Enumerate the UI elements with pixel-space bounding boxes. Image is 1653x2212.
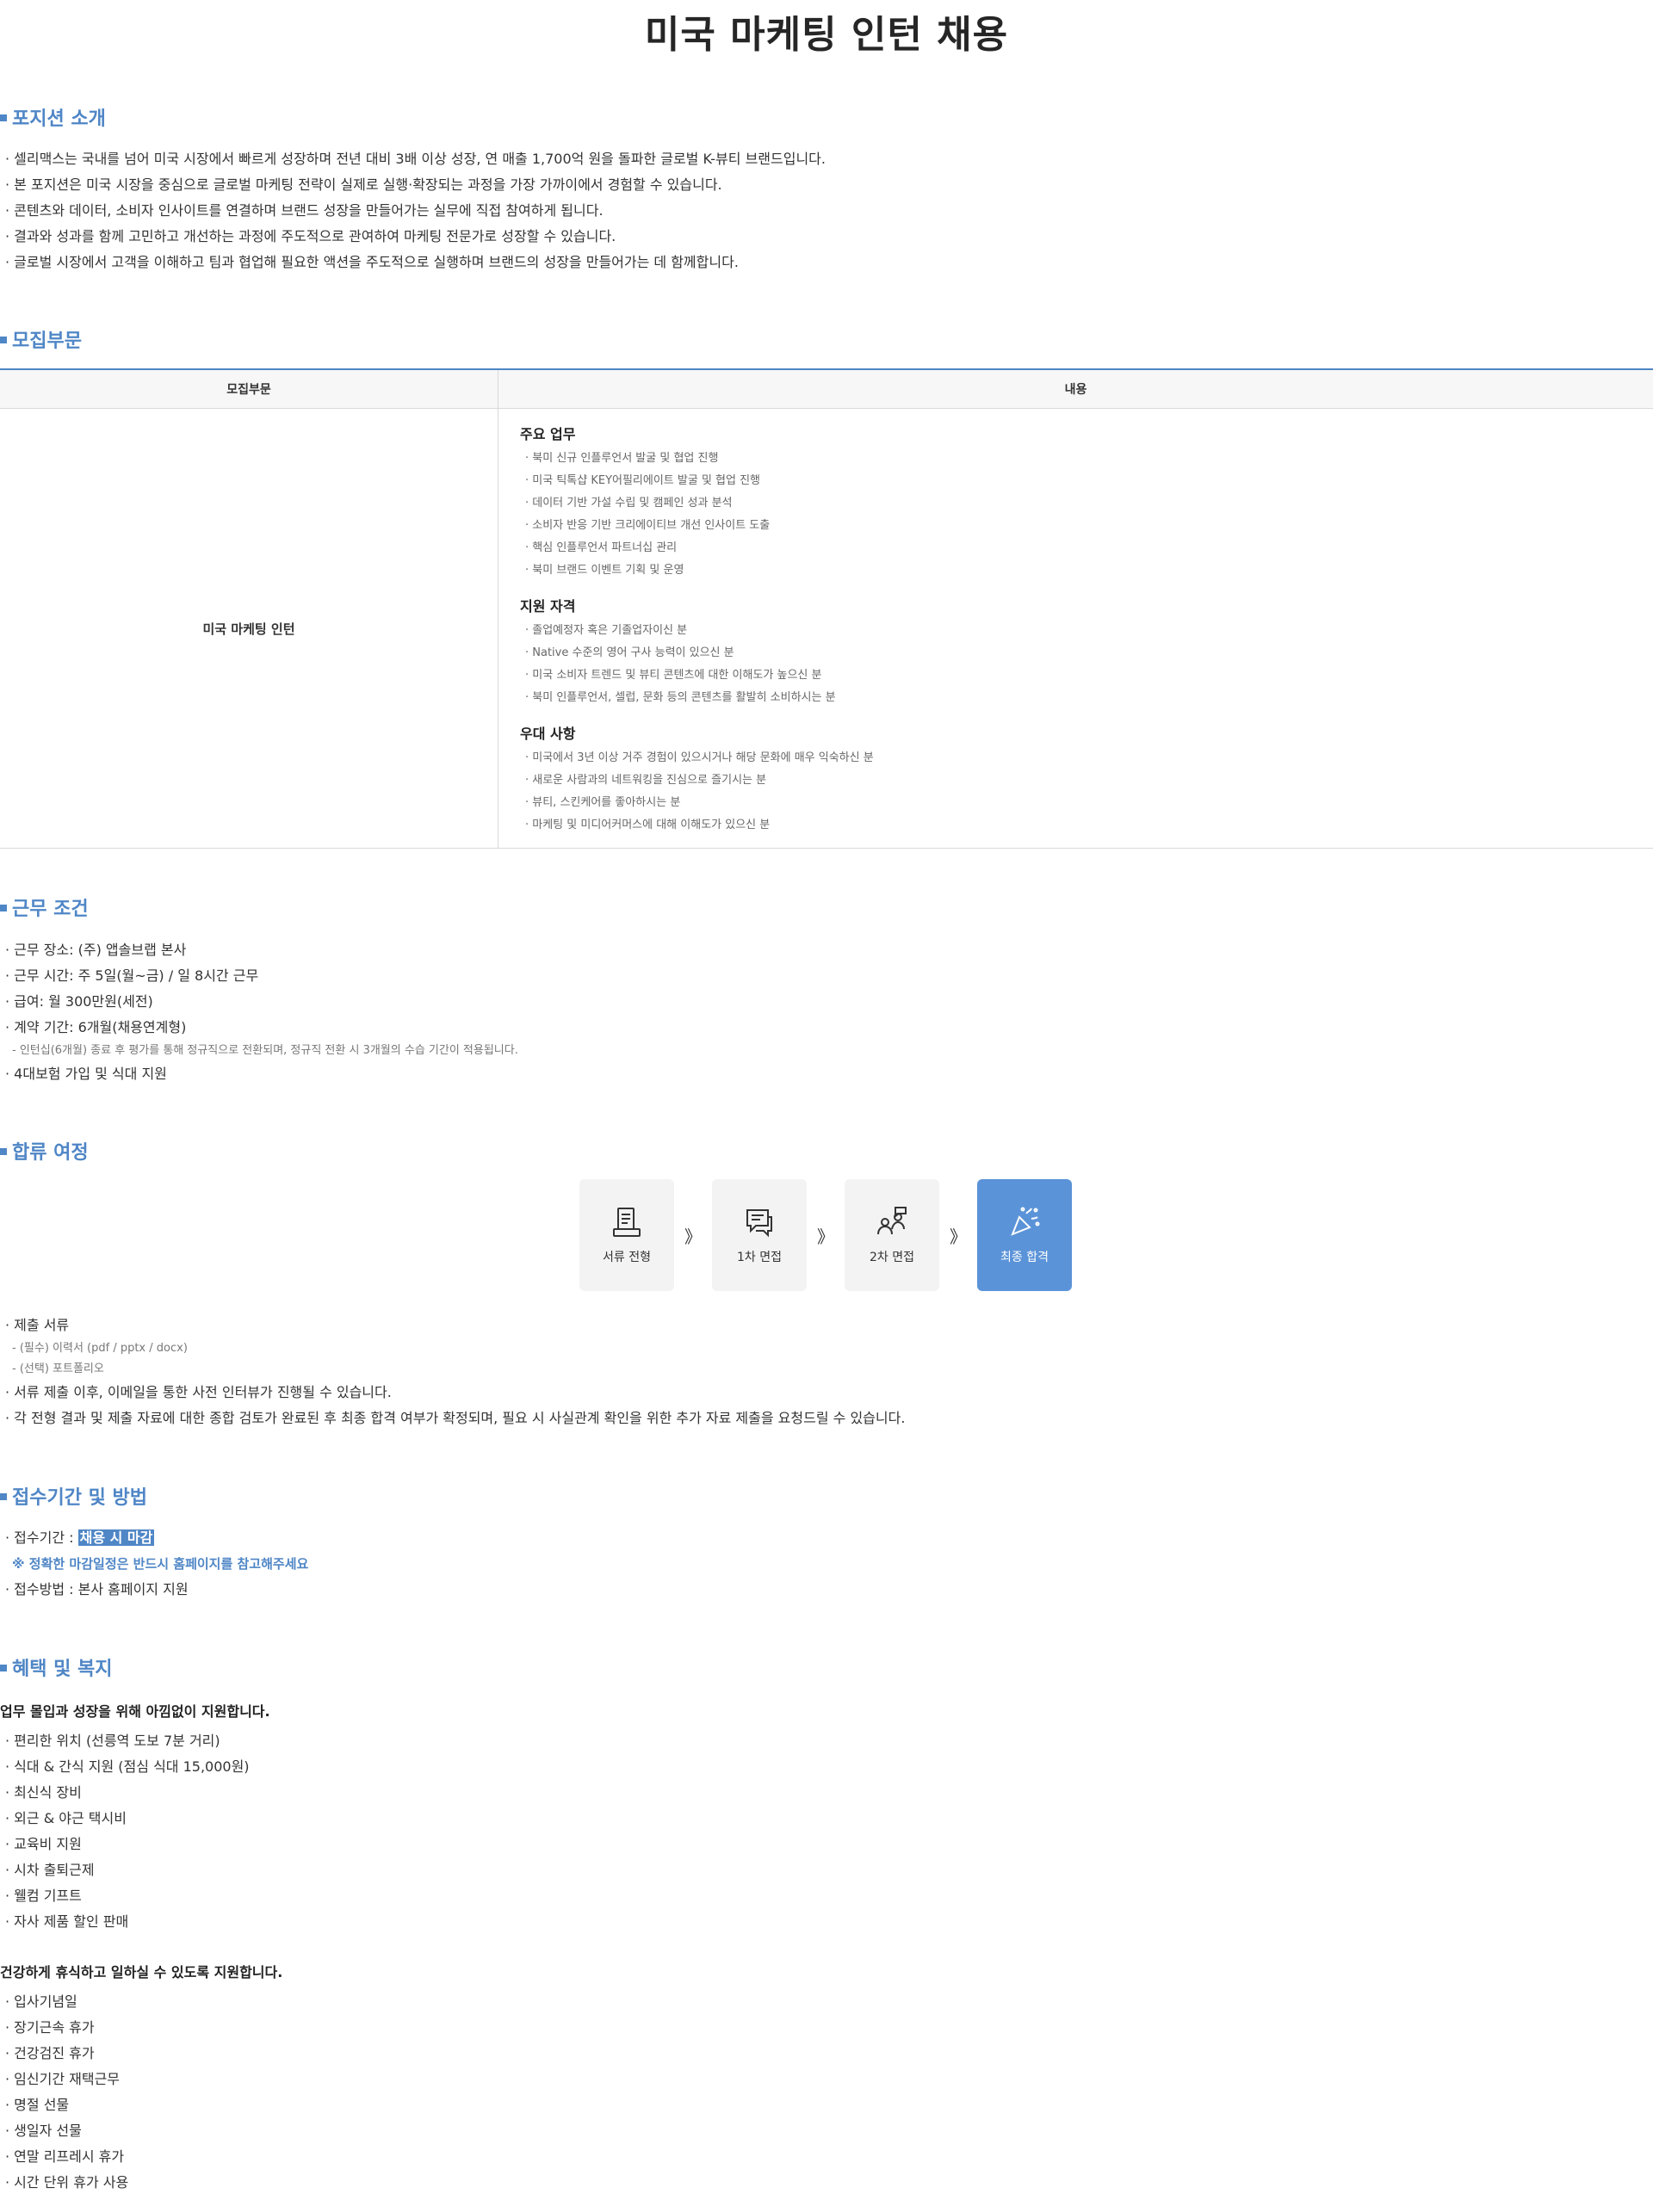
qualification-item: · 북미 인플루언서, 셀럽, 문화 등의 콘텐츠를 활발히 소비하시는 분 <box>525 691 836 704</box>
benefit-item: · 편리한 위치 (선릉역 도보 7분 거리) <box>5 1733 220 1749</box>
step-final-pass: 최종 합격 <box>977 1179 1072 1291</box>
benefit-item: · 교육비 지원 <box>5 1836 82 1852</box>
process-note: · 각 전형 결과 및 제출 자료에 대한 종합 검토가 완료된 후 최종 합격… <box>5 1410 906 1426</box>
step-label: 2차 면접 <box>870 1251 914 1264</box>
benefit-item: · 외근 & 야근 택시비 <box>5 1810 127 1826</box>
work-salary: · 급여: 월 300만원(세전) <box>5 993 153 1010</box>
process-notes: · 제출 서류 - (필수) 이력서 (pdf / pptx / docx) -… <box>5 1313 905 1431</box>
benefit-item: · 최신식 장비 <box>5 1784 82 1801</box>
qualifications-title: 지원 자격 <box>520 598 576 615</box>
square-bullet-icon <box>0 1493 7 1500</box>
chevron-right-icon: 》 <box>684 1226 702 1247</box>
chevron-right-icon: 》 <box>817 1226 834 1247</box>
document-icon <box>613 1208 641 1237</box>
list-item: · 셀리맥스는 국내를 넘어 미국 시장에서 빠르게 성장하며 전년 대비 3배… <box>5 151 826 167</box>
square-bullet-icon <box>0 1148 7 1155</box>
preference-item: · 미국에서 3년 이상 거주 경험이 있으시거나 해당 문화에 매우 익숙하신… <box>525 751 874 764</box>
benefits-group2-title: 건강하게 휴식하고 일하실 수 있도록 지원합니다. <box>0 1964 283 1980</box>
people-meeting-icon <box>877 1207 907 1235</box>
duty-item: · 소비자 반응 기반 크리에이티브 개선 인사이트 도출 <box>525 519 771 532</box>
benefit-item: · 시차 출퇴근제 <box>5 1862 95 1878</box>
preference-item: · 새로운 사람과의 네트워킹을 진심으로 즐기시는 분 <box>525 774 767 787</box>
benefit-item: · 임신기간 재택근무 <box>5 2071 121 2087</box>
step-first-interview: 1차 면접 <box>712 1179 807 1291</box>
benefit-item: · 식대 & 간식 지원 (점심 식대 15,000원) <box>5 1758 250 1775</box>
table-header-position: 모집부문 <box>0 368 498 409</box>
qualification-item: · 졸업예정자 혹은 기졸업자이신 분 <box>525 624 688 637</box>
benefit-item: · 자사 제품 할인 판매 <box>5 1913 129 1930</box>
section-title-recruit: 모집부문 <box>0 329 82 355</box>
recruit-table: 모집부문 내용 미국 마케팅 인턴 주요 업무 · 북미 신규 인플루언서 발굴… <box>0 368 1653 849</box>
step-label: 1차 면접 <box>737 1251 782 1264</box>
duties-title: 주요 업무 <box>520 426 576 442</box>
duty-item: · 미국 틱톡샵 KEY어필리에이트 발굴 및 협업 진행 <box>525 474 761 487</box>
benefit-item: · 생일자 선물 <box>5 2122 82 2139</box>
process-note: · 서류 제출 이후, 이메일을 통한 사전 인터뷰가 진행될 수 있습니다. <box>5 1384 392 1400</box>
position-name: 미국 마케팅 인턴 <box>0 408 498 849</box>
list-item: · 글로벌 시장에서 고객을 이해하고 팀과 협업해 필요한 액션을 주도적으로… <box>5 254 739 270</box>
work-insurance: · 4대보험 가입 및 식대 지원 <box>5 1066 167 1082</box>
qualification-item: · 미국 소비자 트렌드 및 뷰티 콘텐츠에 대한 이해도가 높으신 분 <box>525 669 822 682</box>
apply-info: · 접수기간 : 채용 시 마감 ※ 정확한 마감일정은 반드시 홈페이지를 참… <box>5 1525 308 1603</box>
square-bullet-icon <box>0 114 7 121</box>
benefit-item: · 건강검진 휴가 <box>5 2045 95 2061</box>
section-title-apply: 접수기간 및 방법 <box>0 1486 147 1511</box>
preference-item: · 마케팅 및 미디어커머스에 대해 이해도가 있으신 분 <box>525 819 771 831</box>
apply-period-value: 채용 시 마감 <box>77 1529 155 1546</box>
duty-item: · 핵심 인플루언서 파트너십 관리 <box>525 541 678 554</box>
qualification-item: · Native 수준의 영어 구사 능력이 있으신 분 <box>525 646 734 659</box>
apply-method: · 접수방법 : 본사 홈페이지 지원 <box>5 1581 189 1597</box>
section-title-position: 포지션 소개 <box>0 107 106 133</box>
list-item: · 콘텐츠와 데이터, 소비자 인사이트를 연결하며 브랜드 성장을 만들어가는… <box>5 202 604 219</box>
benefit-item: · 명절 선물 <box>5 2097 70 2113</box>
section-title-work: 근무 조건 <box>0 897 89 923</box>
work-location: · 근무 장소: (주) 앱솔브랩 본사 <box>5 942 187 958</box>
square-bullet-icon <box>0 1665 7 1671</box>
docs-required: - (필수) 이력서 (pdf / pptx / docx) <box>12 1342 188 1355</box>
duty-item: · 북미 신규 인플루언서 발굴 및 협업 진행 <box>525 452 719 465</box>
step-document-review: 서류 전형 <box>579 1179 674 1291</box>
benefit-item: · 입사기념일 <box>5 1993 77 2010</box>
benefits-group2: · 입사기념일 · 장기근속 휴가 · 건강검진 휴가 · 임신기간 재택근무 … <box>5 1989 128 2196</box>
table-header-content: 내용 <box>498 368 1653 409</box>
page-title: 미국 마케팅 인턴 채용 <box>644 13 1009 57</box>
process-steps: 서류 전형 》 1차 면접 》 2차 면접 》 최종 합격 <box>579 1179 1072 1291</box>
duty-item: · 북미 브랜드 이벤트 기획 및 운영 <box>525 564 684 577</box>
step-second-interview: 2차 면접 <box>845 1179 939 1291</box>
list-item: · 결과와 성과를 함께 고민하고 개선하는 과정에 주도적으로 관여하여 마케… <box>5 228 616 244</box>
work-conditions: · 근무 장소: (주) 앱솔브랩 본사 · 근무 시간: 주 5일(월~금) … <box>5 937 518 1087</box>
section-title-process: 합류 여정 <box>0 1140 89 1166</box>
preference-item: · 뷰티, 스킨케어를 좋아하시는 분 <box>525 796 681 809</box>
chevron-right-icon: 》 <box>950 1226 967 1247</box>
benefit-item: · 장기근속 휴가 <box>5 2019 95 2036</box>
benefit-item: · 연말 리프레시 휴가 <box>5 2148 125 2165</box>
duty-item: · 데이터 기반 가설 수립 및 캠페인 성과 분석 <box>525 497 733 510</box>
position-intro-list: · 셀리맥스는 국내를 넘어 미국 시장에서 빠르게 성장하며 전년 대비 3배… <box>5 146 826 275</box>
benefits-group1-title: 업무 몰입과 성장을 위해 아낌없이 지원합니다. <box>0 1703 270 1720</box>
apply-period: · 접수기간 : 채용 시 마감 <box>5 1529 155 1546</box>
apply-notice: ※ 정확한 마감일정은 반드시 홈페이지를 참고해주세요 <box>12 1556 309 1572</box>
chat-icon <box>746 1209 772 1238</box>
benefit-item: · 웰컴 기프트 <box>5 1888 82 1904</box>
work-period-note: - 인턴십(6개월) 종료 후 평가를 통해 정규직으로 전환되며, 정규직 전… <box>12 1044 518 1057</box>
benefits-group1: · 편리한 위치 (선릉역 도보 7분 거리) · 식대 & 간식 지원 (점심… <box>5 1728 250 1935</box>
docs-title: · 제출 서류 <box>5 1317 70 1333</box>
work-hours: · 근무 시간: 주 5일(월~금) / 일 8시간 근무 <box>5 967 259 984</box>
section-title-benefits: 혜택 및 복지 <box>0 1657 113 1683</box>
work-period: · 계약 기간: 6개월(채용연계형) <box>5 1019 187 1035</box>
step-label: 최종 합격 <box>1000 1251 1049 1264</box>
step-label: 서류 전형 <box>603 1251 651 1264</box>
position-detail: 주요 업무 · 북미 신규 인플루언서 발굴 및 협업 진행 · 미국 틱톡샵 … <box>498 408 1653 849</box>
preferences-title: 우대 사항 <box>520 726 576 742</box>
square-bullet-icon <box>0 905 7 911</box>
square-bullet-icon <box>0 337 7 343</box>
benefit-item: · 시간 단위 휴가 사용 <box>5 2174 129 2190</box>
docs-optional: - (선택) 포트폴리오 <box>12 1362 104 1375</box>
list-item: · 본 포지션은 미국 시장을 중심으로 글로벌 마케팅 전략이 실제로 실행·… <box>5 176 722 193</box>
party-popper-icon <box>1011 1207 1040 1236</box>
